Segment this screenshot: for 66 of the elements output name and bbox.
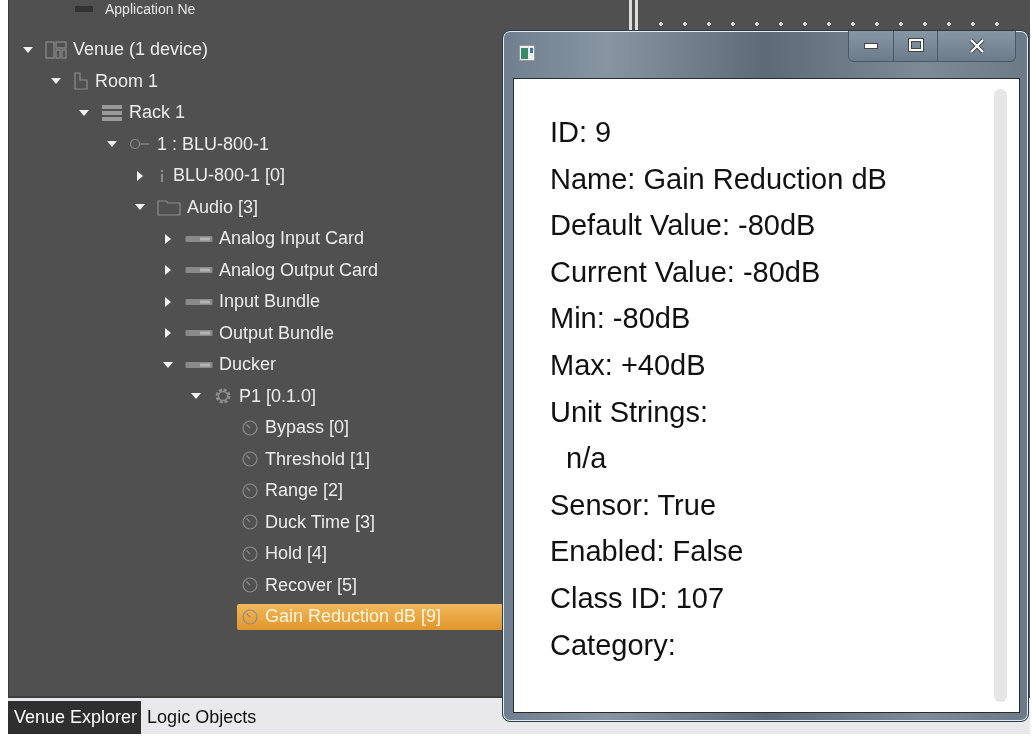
collapse-arrow-icon[interactable]: [23, 44, 33, 55]
expand-arrow-icon[interactable]: [163, 233, 173, 244]
property-text: Current Value: -80dB: [550, 254, 822, 290]
property-text: Sensor: True: [550, 487, 718, 523]
tree-item[interactable]: Analog Input Card: [181, 225, 369, 252]
tree-item[interactable]: Output Bundle: [181, 320, 339, 347]
property-text: Max: +40dB: [550, 347, 707, 383]
tree-item[interactable]: Duck Time [3]: [237, 509, 380, 536]
layout-icon: [45, 40, 67, 59]
close-icon: [967, 37, 986, 55]
property-text: Min: -80dB: [550, 301, 692, 337]
property-text: n/a: [565, 441, 608, 477]
property-text: Class ID: 107: [550, 580, 726, 616]
tree-item[interactable]: Ducker: [181, 351, 280, 378]
minimize-button[interactable]: [849, 31, 893, 61]
property-text: Enabled: False: [550, 534, 745, 570]
module-icon: [185, 297, 213, 306]
room-icon: [73, 72, 89, 91]
tree-item[interactable]: Recover [5]: [237, 572, 362, 599]
tree-item[interactable]: 1 : BLU-800-1: [125, 131, 274, 158]
close-button[interactable]: [937, 31, 1015, 61]
expand-arrow-icon[interactable]: [163, 265, 173, 276]
dial-icon: [241, 450, 259, 469]
maximize-icon: [906, 37, 925, 55]
tree-item[interactable]: Threshold [1]: [237, 446, 375, 473]
rack-icon: [101, 103, 123, 122]
tree-item[interactable]: Hold [4]: [237, 540, 332, 567]
dial-icon: [241, 544, 259, 563]
tree-item[interactable]: BLU-800-1 [0]: [153, 162, 290, 189]
expand-arrow-icon[interactable]: [163, 296, 173, 307]
expand-arrow-icon[interactable]: [135, 170, 145, 181]
tree-item[interactable]: Venue (1 device): [41, 36, 213, 63]
minimize-icon: [864, 43, 878, 49]
dial-icon: [241, 418, 259, 437]
app-icon: [519, 45, 535, 61]
property-text: Unit Strings:: [550, 394, 709, 430]
tree-item[interactable]: Audio [3]: [153, 194, 263, 221]
collapse-arrow-icon[interactable]: [163, 359, 173, 370]
module-icon: [185, 329, 213, 338]
folder-icon: [157, 198, 181, 217]
property-text: Name: Gain Reduction dB: [550, 161, 888, 197]
tab[interactable]: Logic Objects: [141, 701, 261, 734]
module-icon: [185, 266, 213, 275]
tree-item[interactable]: Rack 1: [97, 99, 190, 126]
dial-icon: [241, 576, 259, 595]
module-icon: [185, 360, 213, 369]
tree-item[interactable]: Bypass [0]: [237, 414, 354, 441]
tree-item[interactable]: Input Bundle: [181, 288, 325, 315]
connector-icon: [129, 138, 151, 151]
collapse-arrow-icon[interactable]: [79, 107, 89, 118]
tree-header: Application Ne: [105, 1, 196, 17]
scrollbar[interactable]: [994, 89, 1007, 702]
tree-item[interactable]: Analog Output Card: [181, 257, 383, 284]
expand-arrow-icon[interactable]: [163, 328, 173, 339]
tree-item[interactable]: P1 [0.1.0]: [209, 383, 321, 410]
dial-icon: [241, 607, 259, 626]
property-text: ID: 9: [550, 115, 613, 150]
tree-item[interactable]: Range [2]: [237, 477, 348, 504]
dial-icon: [241, 513, 259, 532]
tab[interactable]: Venue Explorer: [8, 701, 142, 734]
dial-icon: [241, 481, 259, 500]
maximize-button[interactable]: [893, 31, 937, 61]
property-text: Default Value: -80dB: [550, 208, 817, 244]
module-icon: [185, 234, 213, 243]
tree-item[interactable]: Room 1: [69, 68, 163, 95]
property-text: Category:: [550, 627, 677, 663]
